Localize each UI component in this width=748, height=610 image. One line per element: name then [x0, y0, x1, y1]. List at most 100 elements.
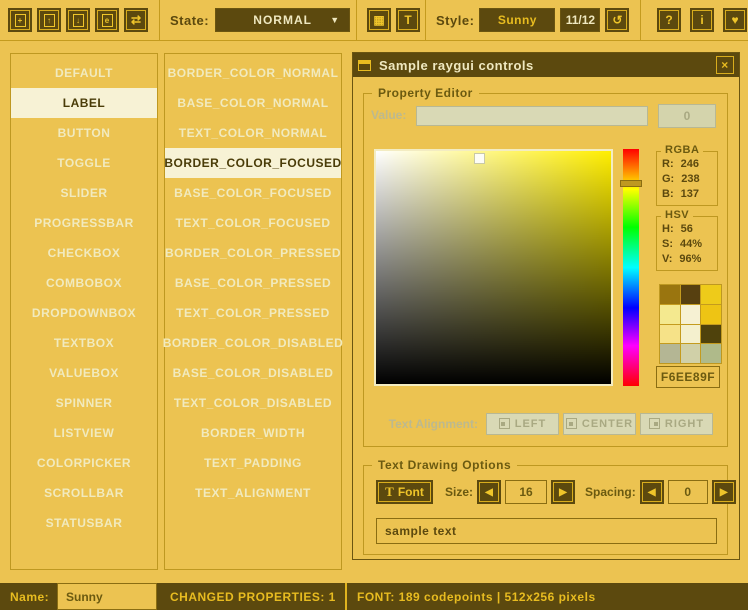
view-tool-button[interactable]: T	[396, 8, 420, 32]
controls-listview: DEFAULT LABEL BUTTON TOGGLE SLIDER PROGR…	[10, 53, 158, 570]
palette-color-cell[interactable]	[681, 305, 701, 324]
hue-cursor[interactable]	[620, 180, 642, 187]
help-tool-button[interactable]: i	[690, 8, 714, 32]
palette-color-cell[interactable]	[701, 305, 721, 324]
reload-icon: ↺	[612, 13, 622, 27]
property-list-item[interactable]: BORDER_COLOR_NORMAL	[165, 58, 341, 88]
text-options-row: T Font Size: ◀ 16 ▶ Spacing: ◀ 0 ▶	[376, 480, 715, 504]
h-value: 56	[681, 222, 693, 237]
size-value-box[interactable]: 16	[505, 480, 547, 504]
control-list-item[interactable]: SPINNER	[11, 388, 157, 418]
property-list-item[interactable]: TEXT_COLOR_DISABLED	[165, 388, 341, 418]
window-title: Sample raygui controls	[379, 58, 534, 73]
hsv-v-row: V: 96%	[657, 252, 717, 267]
property-list-item[interactable]: TEXT_COLOR_NORMAL	[165, 118, 341, 148]
property-list-item[interactable]: BASE_COLOR_NORMAL	[165, 88, 341, 118]
control-list-item[interactable]: COLORPICKER	[11, 448, 157, 478]
font-info-status: FONT: 189 codepoints | 512x256 pixels	[357, 583, 596, 610]
control-list-item[interactable]: DROPDOWNBOX	[11, 298, 157, 328]
sample-text-input[interactable]	[376, 518, 717, 544]
spacing-decrease-button[interactable]: ◀	[640, 480, 664, 504]
control-list-item[interactable]: BUTTON	[11, 118, 157, 148]
spacing-value-box[interactable]: 0	[668, 480, 708, 504]
file-tool-button[interactable]: +	[8, 8, 32, 32]
size-decrease-button[interactable]: ◀	[477, 480, 501, 504]
hsv-group: HSV H: 56 S: 44% V: 96%	[656, 216, 718, 271]
palette-color-cell[interactable]	[681, 285, 701, 304]
s-value: 44%	[680, 237, 702, 252]
control-list-item[interactable]: STATUSBAR	[11, 508, 157, 538]
file-tool-button[interactable]: ↑	[37, 8, 61, 32]
palette-color-cell[interactable]	[701, 325, 721, 344]
control-list-item[interactable]: TOGGLE	[11, 148, 157, 178]
rgba-group: RGBA R: 246 G: 238 B: 137	[656, 151, 718, 206]
spacing-label: Spacing:	[585, 485, 636, 499]
property-list-item[interactable]: TEXT_ALIGNMENT	[165, 478, 341, 508]
control-list-item[interactable]: DEFAULT	[11, 58, 157, 88]
state-label: State:	[170, 13, 209, 28]
style-counter: 11/12	[560, 8, 600, 32]
r-label: R:	[662, 157, 674, 172]
alignment-toggle-button[interactable]: LEFT	[486, 413, 559, 435]
help-icon: i	[700, 13, 703, 27]
hue-bar[interactable]	[623, 149, 639, 386]
chevron-down-icon: ▼	[330, 15, 340, 25]
control-list-item[interactable]: TEXTBOX	[11, 328, 157, 358]
property-list-item[interactable]: TEXT_PADDING	[165, 448, 341, 478]
file-tool-button[interactable]: e	[95, 8, 119, 32]
property-list-item[interactable]: BORDER_WIDTH	[165, 418, 341, 448]
property-list-item[interactable]: BORDER_COLOR_DISABLED	[165, 328, 341, 358]
alignment-toggle-button[interactable]: RIGHT	[640, 413, 713, 435]
palette-color-cell[interactable]	[660, 325, 680, 344]
property-list-item[interactable]: BORDER_COLOR_PRESSED	[165, 238, 341, 268]
hex-color-box[interactable]: F6EE89F	[656, 366, 720, 388]
palette-color-cell[interactable]	[660, 305, 680, 324]
view-tool-button[interactable]: ▦	[367, 8, 391, 32]
palette-color-cell[interactable]	[681, 344, 701, 363]
palette-color-cell[interactable]	[701, 344, 721, 363]
text-alignment-buttons: LEFT CENTER RIGHT	[486, 413, 713, 435]
state-dropdown[interactable]: NORMAL ▼	[215, 8, 350, 32]
palette-color-cell[interactable]	[701, 285, 721, 304]
palette-color-cell[interactable]	[660, 344, 680, 363]
style-name-button[interactable]: Sunny	[479, 8, 555, 32]
control-list-item[interactable]: LISTVIEW	[11, 418, 157, 448]
property-list-item[interactable]: TEXT_COLOR_FOCUSED	[165, 208, 341, 238]
close-icon[interactable]: ×	[716, 56, 734, 74]
palette-color-cell[interactable]	[660, 285, 680, 304]
toolbar-style-section: Style: Sunny 11/12 ↺	[426, 0, 641, 40]
control-list-item[interactable]: SCROLLBAR	[11, 478, 157, 508]
palette-color-cell[interactable]	[681, 325, 701, 344]
property-list-item[interactable]: BASE_COLOR_FOCUSED	[165, 178, 341, 208]
file-tool-button[interactable]: ↓	[66, 8, 90, 32]
arrow-right-icon: ▶	[559, 487, 567, 498]
file-tool-button[interactable]: ⇄	[124, 8, 148, 32]
v-label: V:	[662, 252, 672, 267]
control-list-item[interactable]: VALUEBOX	[11, 358, 157, 388]
control-list-item[interactable]: SLIDER	[11, 178, 157, 208]
rgba-g-row: G: 238	[657, 172, 717, 187]
property-list-item[interactable]: BORDER_COLOR_FOCUSED	[165, 148, 341, 178]
color-picker-cursor[interactable]	[474, 153, 485, 164]
control-list-item[interactable]: LABEL	[11, 88, 157, 118]
size-increase-button[interactable]: ▶	[551, 480, 575, 504]
property-list-item[interactable]: TEXT_COLOR_PRESSED	[165, 298, 341, 328]
color-picker-panel[interactable]	[374, 149, 613, 386]
style-reload-button[interactable]: ↺	[605, 8, 629, 32]
text-drawing-options-group: Text Drawing Options T Font Size: ◀ 16 ▶…	[363, 465, 728, 555]
help-tool-button[interactable]: ♥	[723, 8, 747, 32]
spacing-increase-button[interactable]: ▶	[712, 480, 736, 504]
statusbar: Name: CHANGED PROPERTIES: 1 FONT: 189 co…	[0, 583, 748, 610]
control-list-item[interactable]: CHECKBOX	[11, 238, 157, 268]
font-button[interactable]: T Font	[376, 480, 433, 504]
control-list-item[interactable]: COMBOBOX	[11, 268, 157, 298]
style-name-input[interactable]	[57, 583, 157, 610]
property-list-item[interactable]: BASE_COLOR_DISABLED	[165, 358, 341, 388]
value-box[interactable]: 0	[658, 104, 716, 128]
help-tool-button[interactable]: ?	[657, 8, 681, 32]
control-list-item[interactable]: PROGRESSBAR	[11, 208, 157, 238]
window-titlebar[interactable]: Sample raygui controls ×	[353, 53, 739, 77]
alignment-toggle-button[interactable]: CENTER	[563, 413, 636, 435]
property-list-item[interactable]: BASE_COLOR_PRESSED	[165, 268, 341, 298]
value-slider[interactable]	[416, 106, 648, 126]
